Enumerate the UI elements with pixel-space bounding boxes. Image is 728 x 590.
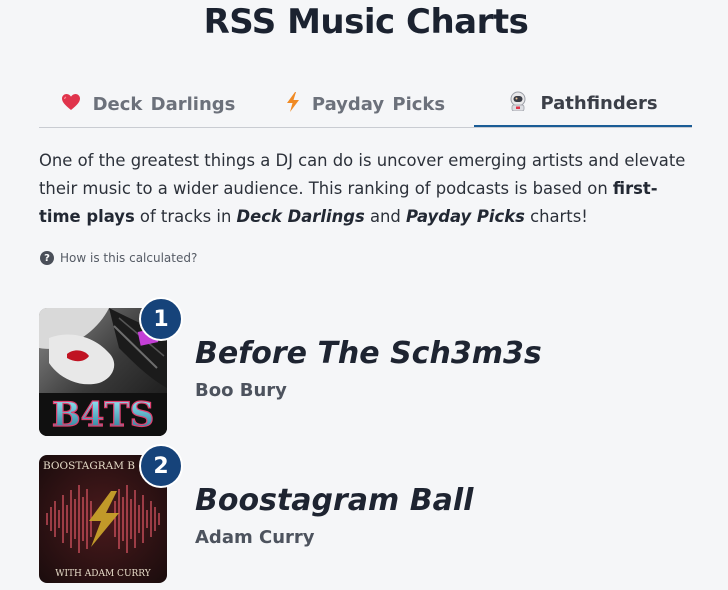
how-calculated-link[interactable]: ? How is this calculated? <box>40 251 197 265</box>
chart-entry[interactable]: BOOSTAGRAM B WITH ADAM CURRY 2 Boostagra… <box>39 444 699 585</box>
chart-name: Deck Darlings <box>236 207 365 226</box>
chart-entry[interactable]: B4TS 1 Before The Sch3m3s Boo Bury <box>39 297 699 438</box>
tab-label: Pathfinders <box>540 93 658 114</box>
cover-text: B4TS <box>52 395 154 435</box>
artist-name[interactable]: Adam Curry <box>195 527 315 548</box>
cover-text: BOOSTAGRAM B <box>43 460 135 472</box>
rank-badge: 2 <box>139 444 183 488</box>
tab-label: Payday Picks <box>311 93 446 115</box>
question-circle-icon: ? <box>40 251 54 265</box>
track-title[interactable]: Boostagram Ball <box>195 483 473 518</box>
astronaut-icon <box>508 91 528 116</box>
track-title[interactable]: Before The Sch3m3s <box>195 336 542 371</box>
rank-badge: 1 <box>139 297 183 341</box>
tab-pathfinders[interactable]: Pathfinders <box>474 82 692 127</box>
page-title: RSS Music Charts <box>203 2 529 42</box>
tab-payday-picks[interactable]: Payday Picks <box>257 82 474 126</box>
lightning-bolt-icon <box>286 91 300 117</box>
chart-tabs: Deck Darlings Payday Picks Pathfinders <box>39 82 692 128</box>
description-text: charts! <box>524 207 588 226</box>
help-label: How is this calculated? <box>60 251 198 265</box>
heart-icon <box>61 93 81 116</box>
chart-name: Payday Picks <box>406 207 525 226</box>
description-text: and <box>364 207 407 226</box>
cover-text: WITH ADAM CURRY <box>55 569 152 579</box>
description-text: One of the greatest things a DJ can do i… <box>39 151 686 198</box>
chart-description: One of the greatest things a DJ can do i… <box>39 147 699 231</box>
artist-name[interactable]: Boo Bury <box>195 380 287 401</box>
tab-label: Deck Darlings <box>92 93 236 115</box>
description-text: of tracks in <box>134 207 237 226</box>
tab-deck-darlings[interactable]: Deck Darlings <box>39 82 257 126</box>
page: RSS Music Charts Deck Darlings Payday Pi… <box>0 0 728 590</box>
